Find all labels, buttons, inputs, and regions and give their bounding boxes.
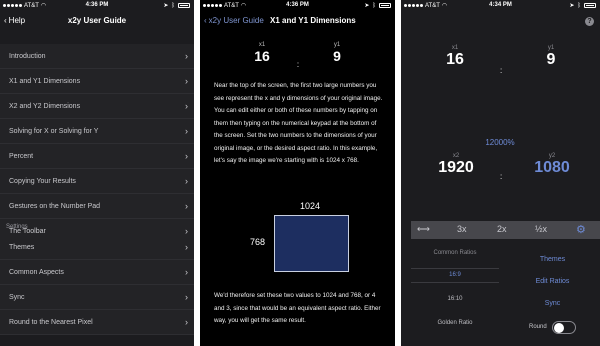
nav-bar: ‹ Help x2y User Guide — [0, 12, 194, 32]
status-bar: AT&T ◠ 4:36 PM ➤ ᛒ — [200, 0, 395, 12]
sync-link[interactable]: Sync — [510, 300, 595, 307]
settings-header: Settings — [6, 224, 28, 230]
chevron-right-icon: › — [185, 267, 188, 277]
ratio-separator: : — [296, 60, 300, 69]
list-item[interactable]: Percent › — [0, 144, 194, 169]
bluetooth-icon: ᛒ — [372, 2, 376, 9]
scale-half-button[interactable]: ½x — [535, 224, 547, 234]
toolbar: ⟷ 3x 2x ½x — [411, 221, 600, 239]
list-item-label: X1 and Y1 Dimensions — [9, 77, 81, 85]
list-item-label: Themes — [9, 243, 35, 251]
picker-item-selected[interactable]: 16:9 — [411, 272, 499, 278]
example-width-label: 1024 — [300, 201, 321, 211]
chevron-right-icon: › — [185, 76, 188, 86]
list-item[interactable]: Themes › — [0, 235, 194, 260]
location-icon: ➤ — [569, 3, 575, 9]
y2-value: 1080 — [534, 159, 570, 176]
battery-icon — [178, 3, 190, 8]
chevron-right-icon: › — [185, 317, 188, 327]
ratio-separator: : — [500, 66, 503, 75]
percent-readout[interactable]: 12000% — [478, 138, 522, 147]
y1-display: y1 9 — [325, 42, 349, 64]
chevron-right-icon: › — [185, 201, 188, 211]
list-item-label: X2 and Y2 Dimensions — [9, 102, 81, 110]
round-label: Round — [529, 324, 547, 330]
list-item-label: Percent — [9, 152, 34, 160]
picker-header: Common Ratios — [433, 250, 477, 256]
user-guide-screen: AT&T ◠ 4:36 PM ➤ ᛒ ‹ Help x2y User Guide… — [0, 0, 194, 346]
list-item[interactable]: Sync › — [0, 285, 194, 310]
location-icon: ➤ — [364, 3, 370, 9]
intro-paragraph: Near the top of the screen, the first tw… — [214, 82, 383, 164]
x1-value: 16 — [446, 51, 464, 68]
example-image-rect — [274, 215, 349, 272]
status-right: ➤ ᛒ — [569, 2, 596, 9]
battery-icon — [379, 3, 391, 8]
chevron-right-icon: › — [185, 151, 188, 161]
status-right: ➤ ᛒ — [163, 2, 190, 9]
x2-value: 1920 — [438, 159, 474, 176]
list-item[interactable]: Gestures on the Number Pad › — [0, 194, 194, 219]
list-item-label: Introduction — [9, 52, 46, 60]
list-item[interactable]: Introduction › — [0, 44, 194, 69]
gear-icon[interactable]: ⚙ — [576, 223, 586, 236]
help-icon[interactable]: ? — [585, 17, 594, 26]
ratio-separator: : — [500, 172, 503, 181]
scale-3x-button[interactable]: 3x — [457, 224, 467, 234]
location-icon: ➤ — [163, 3, 169, 9]
y2-field[interactable]: y2 1080 — [527, 153, 577, 177]
list-item-label: Gestures on the Number Pad — [9, 202, 101, 210]
page-title: x2y User Guide — [67, 16, 127, 25]
list-item[interactable]: X1 and Y1 Dimensions › — [0, 69, 194, 94]
guide-list: Introduction › X1 and Y1 Dimensions › X2 a… — [0, 44, 194, 244]
back-button[interactable]: ‹ x2y User Guide — [204, 16, 264, 25]
status-right: ➤ ᛒ — [364, 2, 391, 9]
example-height-label: 768 — [250, 237, 266, 247]
x1-field[interactable]: x1 16 — [440, 45, 470, 69]
list-item-label: Common Aspects — [9, 268, 64, 276]
list-item-label: Solving for X or Solving for Y — [9, 127, 99, 135]
x2-field[interactable]: x2 1920 — [431, 153, 481, 177]
back-label: x2y User Guide — [208, 16, 264, 25]
chevron-right-icon: › — [185, 51, 188, 61]
scale-2x-button[interactable]: 2x — [497, 224, 507, 234]
bluetooth-icon: ᛒ — [171, 2, 175, 9]
picker-item[interactable]: 16:10 — [411, 296, 499, 302]
status-bar: AT&T ◠ 4:34 PM ➤ ᛒ — [401, 0, 600, 12]
battery-icon — [584, 3, 596, 8]
list-item-label: Sync — [9, 293, 25, 301]
chevron-right-icon: › — [185, 126, 188, 136]
themes-link[interactable]: Themes — [510, 256, 595, 263]
list-item[interactable]: Solving for X or Solving for Y › — [0, 119, 194, 144]
list-item-label: Copying Your Results — [9, 177, 76, 185]
edit-ratios-link[interactable]: Edit Ratios — [510, 278, 595, 285]
closing-paragraph: We'd therefore set these two values to 1… — [214, 292, 381, 324]
nav-bar: ‹ x2y User Guide X1 and Y1 Dimensions — [200, 12, 395, 32]
settings-list: Themes › Common Aspects › Sync › Round to t… — [0, 235, 194, 335]
y1-value: 9 — [333, 48, 341, 64]
list-item-label: Round to the Nearest Pixel — [9, 318, 93, 326]
x1-value: 16 — [254, 48, 270, 64]
list-item[interactable]: X2 and Y2 Dimensions › — [0, 94, 194, 119]
round-toggle[interactable] — [552, 321, 576, 334]
bluetooth-icon: ᛒ — [577, 2, 581, 9]
page-title: X1 and Y1 Dimensions — [270, 16, 356, 25]
chevron-right-icon: › — [185, 101, 188, 111]
y1-field[interactable]: y1 9 — [536, 45, 566, 69]
status-bar: AT&T ◠ 4:36 PM ➤ ᛒ — [0, 0, 194, 12]
chevron-right-icon: › — [185, 292, 188, 302]
swap-arrows-icon[interactable]: ⟷ — [417, 224, 430, 235]
list-item[interactable]: Copying Your Results › — [0, 169, 194, 194]
picker-item[interactable]: Golden Ratio — [411, 320, 499, 326]
x1-display: x1 16 — [250, 42, 274, 64]
chevron-right-icon: › — [185, 242, 188, 252]
list-item[interactable]: Round to the Nearest Pixel › — [0, 310, 194, 335]
list-item[interactable]: Common Aspects › — [0, 260, 194, 285]
chevron-right-icon: › — [185, 176, 188, 186]
y1-value: 9 — [546, 51, 556, 68]
chevron-left-icon: ‹ — [204, 16, 207, 25]
